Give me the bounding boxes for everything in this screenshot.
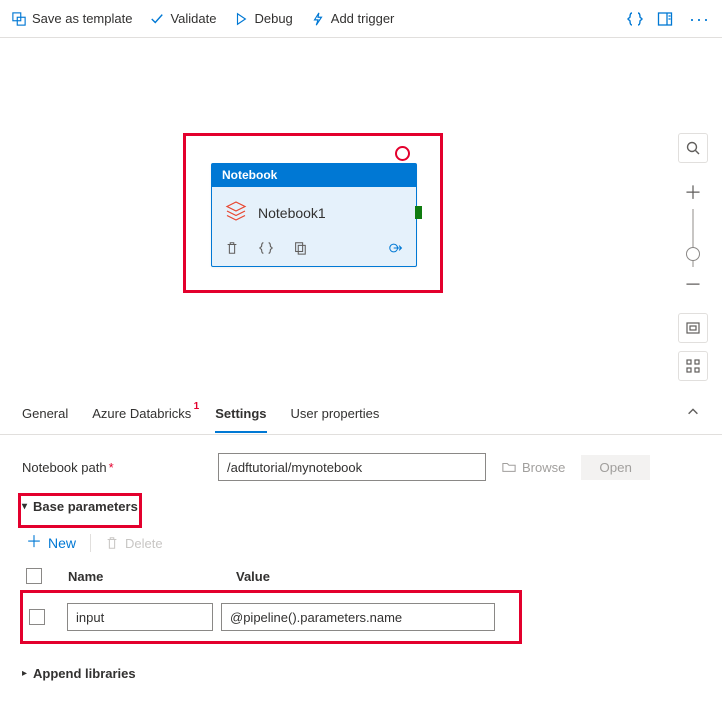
zoom-slider[interactable]	[692, 209, 694, 267]
databricks-icon	[224, 199, 248, 226]
check-icon	[150, 12, 164, 26]
notebook-path-label: Notebook path*	[22, 460, 202, 475]
validate-button[interactable]: Validate	[148, 7, 218, 30]
annotation-status-circle	[395, 146, 410, 161]
debug-label: Debug	[254, 11, 292, 26]
parameter-row	[25, 597, 513, 637]
toolbar-right-icons: ···	[627, 10, 712, 28]
save-template-icon	[12, 12, 26, 26]
settings-panel: Notebook path* Browse Open ▾ Base parame…	[0, 435, 722, 681]
zoom-out-button[interactable]: －	[678, 269, 708, 299]
row-checkbox[interactable]	[29, 609, 45, 625]
select-all-checkbox[interactable]	[26, 568, 42, 584]
validate-label: Validate	[170, 11, 216, 26]
debug-button[interactable]: Debug	[232, 7, 294, 30]
notebook-path-input[interactable]	[218, 453, 486, 481]
divider	[90, 534, 91, 552]
collapse-triangle-icon: ▾	[22, 501, 27, 512]
properties-tabstrip: General Azure Databricks 1 Settings User…	[0, 393, 722, 435]
expand-triangle-icon: ▸	[22, 668, 27, 679]
copy-icon[interactable]	[292, 240, 308, 256]
col-name-header: Name	[68, 569, 228, 584]
collapse-panel-icon[interactable]	[686, 405, 700, 422]
properties-panel-icon[interactable]	[657, 11, 673, 27]
tab-azure-databricks[interactable]: Azure Databricks 1	[92, 395, 191, 432]
activity-node-name: Notebook1	[258, 205, 326, 221]
pipeline-canvas[interactable]: Notebook Notebook1	[0, 38, 722, 393]
col-value-header: Value	[236, 569, 516, 584]
save-as-template-label: Save as template	[32, 11, 132, 26]
new-parameter-button[interactable]: ＋ New	[26, 535, 76, 551]
activity-node-type: Notebook	[212, 164, 416, 187]
tab-general[interactable]: General	[22, 395, 68, 432]
canvas-zoom-controls: ＋ －	[678, 133, 708, 381]
base-parameters-toggle[interactable]: ▾ Base parameters	[22, 499, 138, 514]
append-libraries-toggle[interactable]: ▸ Append libraries	[22, 666, 136, 681]
fit-to-screen-button[interactable]	[678, 313, 708, 343]
search-canvas-button[interactable]	[678, 133, 708, 163]
browse-button[interactable]: Browse	[502, 460, 565, 475]
code-braces-icon[interactable]	[258, 240, 274, 256]
save-as-template-button[interactable]: Save as template	[10, 7, 134, 30]
delete-icon[interactable]	[224, 240, 240, 256]
tab-settings[interactable]: Settings	[215, 395, 266, 432]
plus-icon: ＋	[26, 535, 42, 551]
param-name-input[interactable]	[67, 603, 213, 631]
validation-badge: 1	[194, 401, 200, 412]
play-outline-icon	[234, 12, 248, 26]
code-braces-icon[interactable]	[627, 11, 643, 27]
zoom-slider-thumb[interactable]	[686, 247, 700, 261]
zoom-in-button[interactable]: ＋	[678, 177, 708, 207]
toolbar: Save as template Validate Debug Add trig…	[0, 0, 722, 38]
add-trigger-label: Add trigger	[331, 11, 395, 26]
tab-user-properties[interactable]: User properties	[291, 395, 380, 432]
delete-parameter-button[interactable]: Delete	[105, 536, 163, 551]
output-handle[interactable]	[415, 206, 422, 219]
more-icon[interactable]: ···	[687, 10, 712, 28]
lightning-icon	[311, 12, 325, 26]
activity-node-notebook[interactable]: Notebook Notebook1	[211, 163, 417, 267]
output-arrow-icon[interactable]	[388, 240, 404, 256]
add-trigger-button[interactable]: Add trigger	[309, 7, 397, 30]
open-button[interactable]: Open	[581, 455, 650, 480]
auto-align-button[interactable]	[678, 351, 708, 381]
parameters-header-row: Name Value	[22, 562, 700, 590]
param-value-input[interactable]	[221, 603, 495, 631]
